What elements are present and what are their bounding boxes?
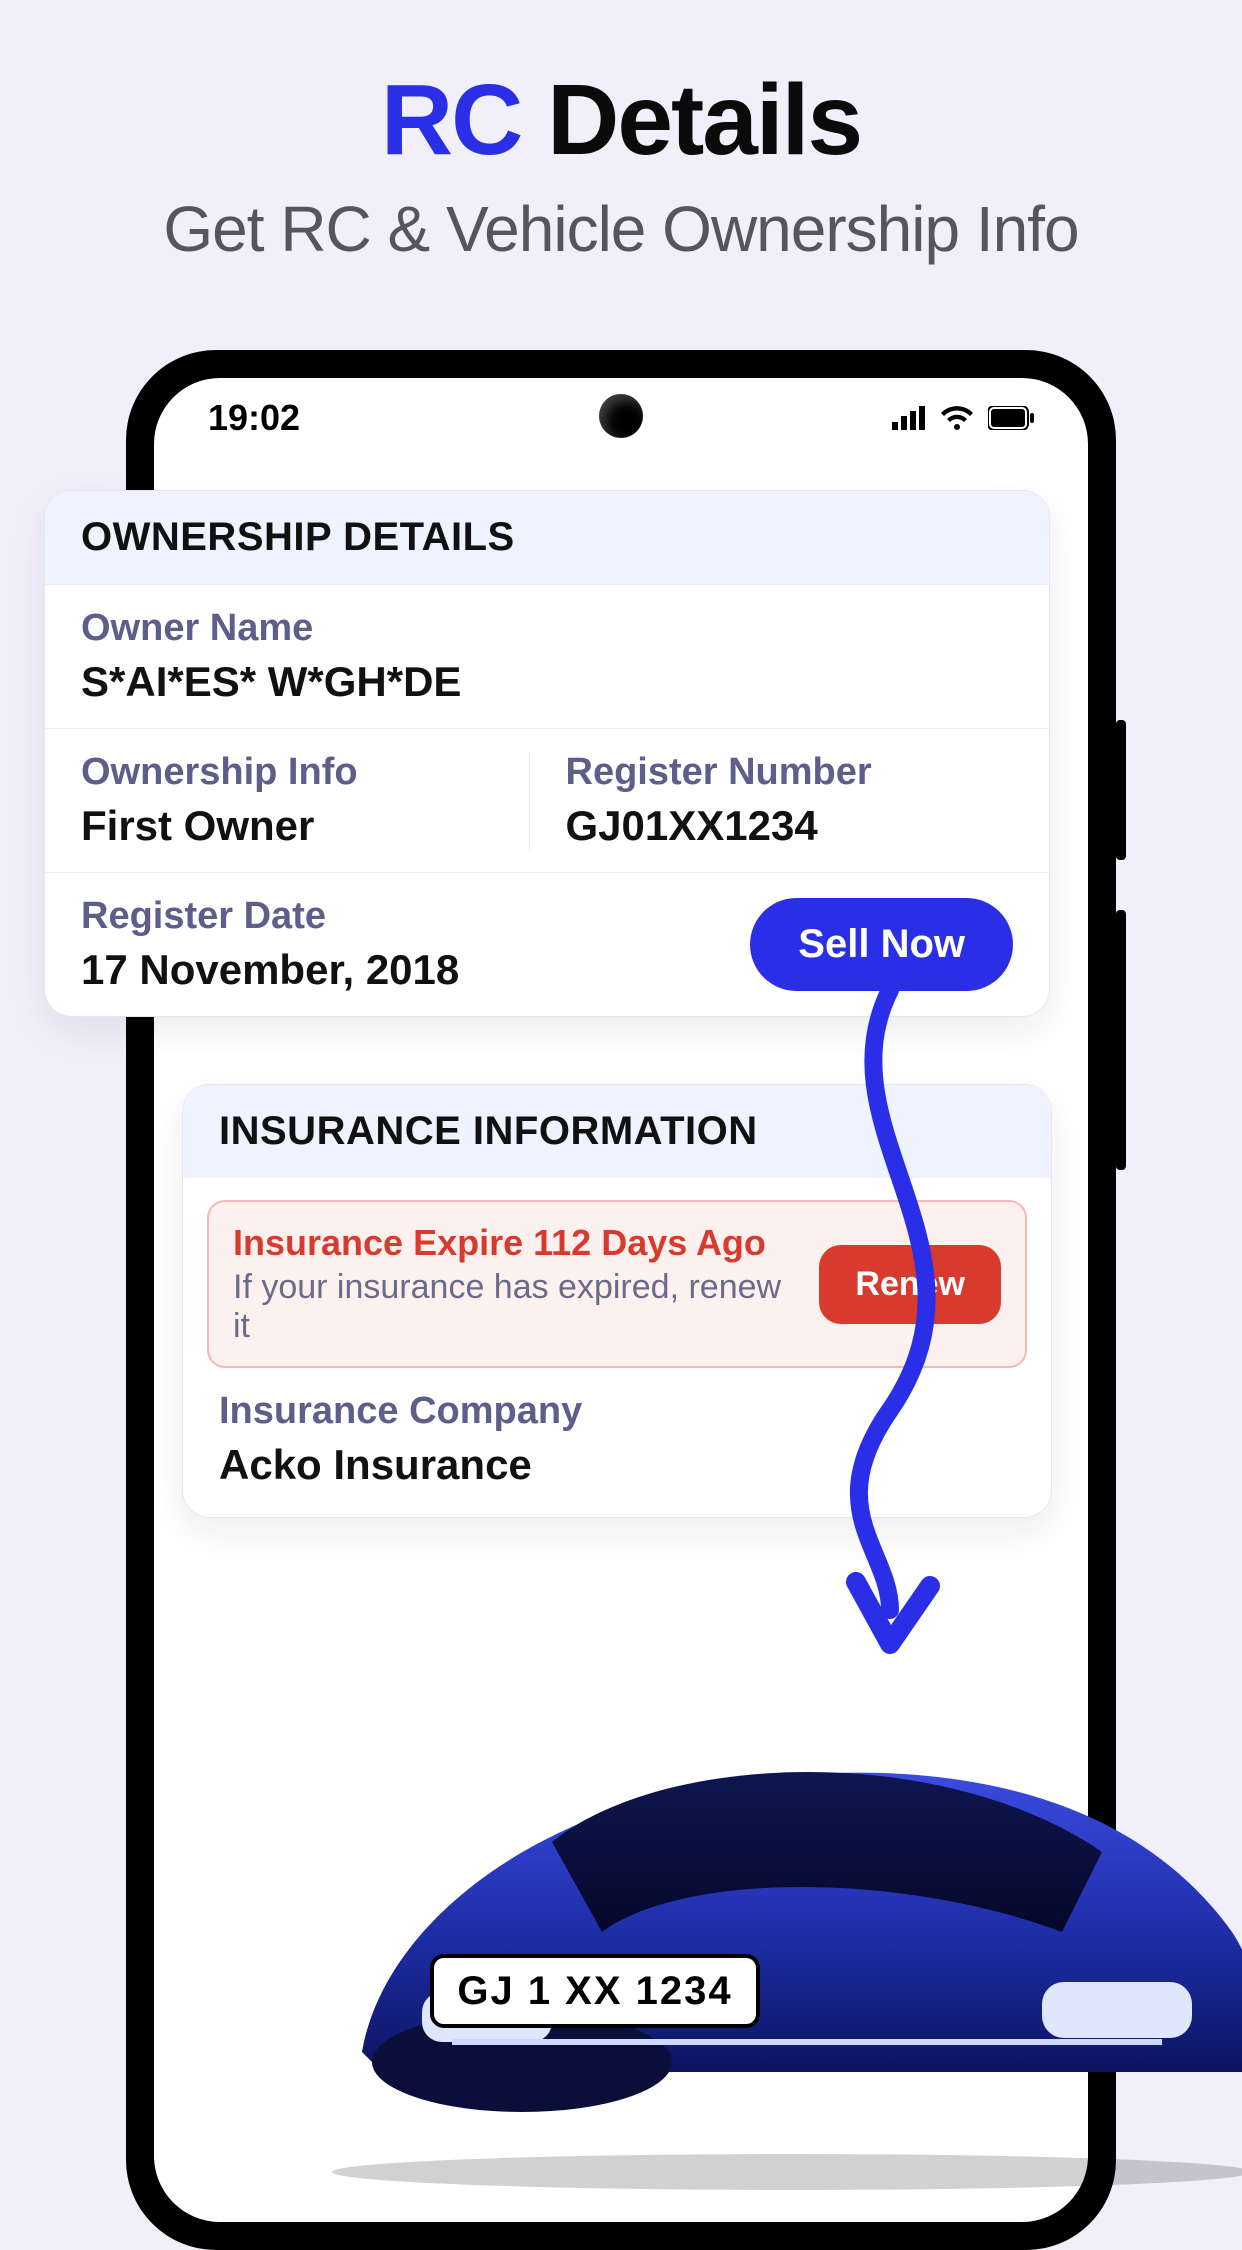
- register-number-label: Register Number: [566, 751, 1014, 794]
- insurance-expired-sub: If your insurance has expired, renew it: [233, 1268, 799, 1346]
- wifi-icon: [940, 406, 974, 430]
- owner-name-value: S*AI*ES* W*GH*DE: [81, 658, 1013, 706]
- page-title-rest: Details: [521, 64, 861, 176]
- ownership-card: OWNERSHIP DETAILS Owner Name S*AI*ES* W*…: [44, 490, 1050, 1017]
- insurance-heading: INSURANCE INFORMATION: [183, 1085, 1051, 1178]
- register-date-label: Register Date: [81, 895, 459, 938]
- insurance-card: INSURANCE INFORMATION Insurance Expire 1…: [182, 1084, 1052, 1518]
- register-number-value: GJ01XX1234: [566, 802, 1014, 850]
- page-subtitle: Get RC & Vehicle Ownership Info: [0, 192, 1242, 266]
- renew-button[interactable]: Renew: [819, 1245, 1001, 1324]
- status-time: 19:02: [208, 397, 300, 439]
- status-icons: [892, 406, 1034, 430]
- insurance-expired-title: Insurance Expire 112 Days Ago: [233, 1222, 799, 1264]
- ownership-heading: OWNERSHIP DETAILS: [45, 491, 1049, 584]
- insurance-company-label: Insurance Company: [219, 1390, 1015, 1433]
- camera-notch: [599, 394, 643, 438]
- ownership-info-value: First Owner: [81, 802, 529, 850]
- license-plate: GJ 1 XX 1234: [430, 1954, 760, 2028]
- register-date-value: 17 November, 2018: [81, 946, 459, 994]
- ownership-info-label: Ownership Info: [81, 751, 529, 794]
- battery-icon: [988, 406, 1034, 430]
- phone-side-button: [1116, 910, 1126, 1170]
- sell-now-button[interactable]: Sell Now: [750, 898, 1013, 991]
- page-title-accent: RC: [381, 64, 521, 176]
- insurance-company-value: Acko Insurance: [219, 1441, 1015, 1489]
- phone-side-button: [1116, 720, 1126, 860]
- cellular-icon: [892, 406, 926, 430]
- page-title: RC Details: [0, 70, 1242, 170]
- insurance-expired-box: Insurance Expire 112 Days Ago If your in…: [207, 1200, 1027, 1368]
- owner-name-label: Owner Name: [81, 607, 1013, 650]
